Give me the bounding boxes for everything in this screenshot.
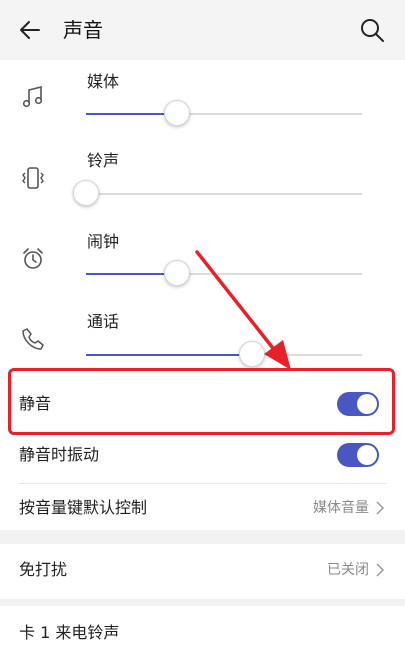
do-not-disturb-value: 已关闭 xyxy=(327,562,369,578)
page-title: 声音 xyxy=(63,18,103,42)
call-volume-thumb[interactable] xyxy=(238,341,265,367)
call-volume-fill xyxy=(86,354,252,356)
call-volume-label: 通话 xyxy=(87,312,120,331)
phone-icon xyxy=(22,328,44,350)
chevron-right-icon xyxy=(376,563,385,577)
media-volume-label: 媒体 xyxy=(87,72,120,91)
do-not-disturb-row[interactable]: 免打扰 已关闭 xyxy=(0,544,405,599)
back-arrow-icon[interactable] xyxy=(18,18,42,42)
media-volume-slider[interactable] xyxy=(86,100,362,126)
title-bar: 声音 xyxy=(0,0,405,58)
alarm-volume-slider[interactable] xyxy=(86,260,362,286)
divider xyxy=(19,483,386,484)
alarm-clock-icon xyxy=(23,248,43,269)
volume-key-default-value[interactable]: 媒体音量 xyxy=(313,498,369,518)
ringtone-volume-label: 铃声 xyxy=(87,151,120,170)
sound-settings-card: 媒体 铃声 闹钟 通话 静音 静音时振动 按音量键默认控制 媒体音量 xyxy=(0,60,405,530)
sim1-ringtone-label: 卡 1 来电铃声 xyxy=(19,623,120,642)
alarm-volume-label: 闹钟 xyxy=(87,232,120,251)
vibrate-when-silent-switch-knob xyxy=(357,445,377,465)
alarm-volume-thumb[interactable] xyxy=(164,260,191,286)
search-icon[interactable] xyxy=(359,17,385,43)
annotation-highlight-box xyxy=(8,368,395,435)
ringtone-volume-thumb[interactable] xyxy=(73,180,99,206)
music-note-icon xyxy=(22,85,43,108)
call-volume-slider[interactable] xyxy=(86,341,362,367)
do-not-disturb-label: 免打扰 xyxy=(19,560,68,579)
vibrate-when-silent-label: 静音时振动 xyxy=(19,445,100,464)
media-volume-thumb[interactable] xyxy=(164,100,191,126)
vibrate-icon xyxy=(22,167,44,189)
vibrate-when-silent-switch[interactable] xyxy=(337,443,379,467)
chevron-right-icon xyxy=(376,501,385,515)
volume-key-default-label[interactable]: 按音量键默认控制 xyxy=(19,497,147,519)
sim1-ringtone-row[interactable]: 卡 1 来电铃声 xyxy=(0,606,405,646)
ringtone-volume-slider[interactable] xyxy=(73,180,362,206)
